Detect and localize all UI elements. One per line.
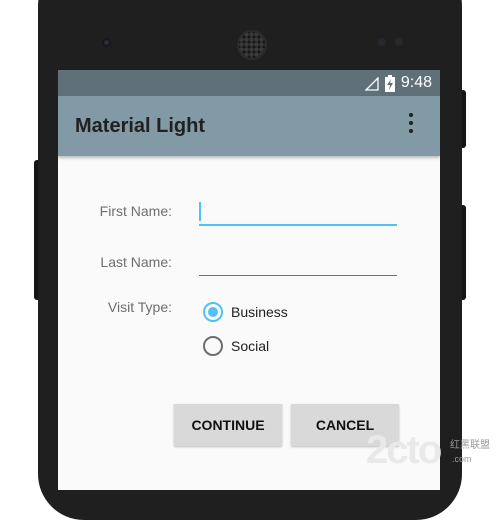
- last-name-label: Last Name:: [100, 254, 172, 270]
- front-camera-icon: [102, 38, 111, 47]
- app-bar: Material Light: [58, 96, 440, 156]
- overflow-menu-icon[interactable]: [406, 113, 416, 139]
- earpiece-speaker: [237, 30, 267, 60]
- proximity-sensor: [378, 38, 386, 46]
- watermark-url: .com: [452, 454, 472, 464]
- text-caret: [199, 202, 201, 221]
- watermark-cn: 红黑联盟: [450, 440, 490, 451]
- signal-icon: [365, 77, 379, 91]
- radio-checked-icon[interactable]: [203, 302, 223, 322]
- continue-button[interactable]: CONTINUE: [174, 404, 282, 446]
- light-sensor: [395, 38, 403, 46]
- phone-screen: 9:48 Material Light First Name: Last Nam…: [58, 70, 440, 490]
- watermark-brand: 2cto: [366, 428, 442, 472]
- radio-social-label: Social: [231, 338, 270, 354]
- watermark-logo: 2cto 红黑联盟 .com: [366, 428, 500, 476]
- status-bar: 9:48: [58, 70, 440, 96]
- first-name-label: First Name:: [99, 203, 172, 219]
- app-title: Material Light: [75, 115, 206, 137]
- radio-business-label: Business: [231, 304, 288, 320]
- radio-business[interactable]: Business: [203, 301, 288, 323]
- radio-unchecked-icon[interactable]: [203, 336, 223, 356]
- battery-charging-icon: [385, 75, 395, 92]
- radio-social[interactable]: Social: [203, 335, 269, 357]
- visit-type-label: Visit Type:: [107, 299, 172, 315]
- first-name-field[interactable]: [199, 200, 397, 226]
- last-name-field[interactable]: [199, 251, 397, 276]
- status-time: 9:48: [400, 74, 432, 91]
